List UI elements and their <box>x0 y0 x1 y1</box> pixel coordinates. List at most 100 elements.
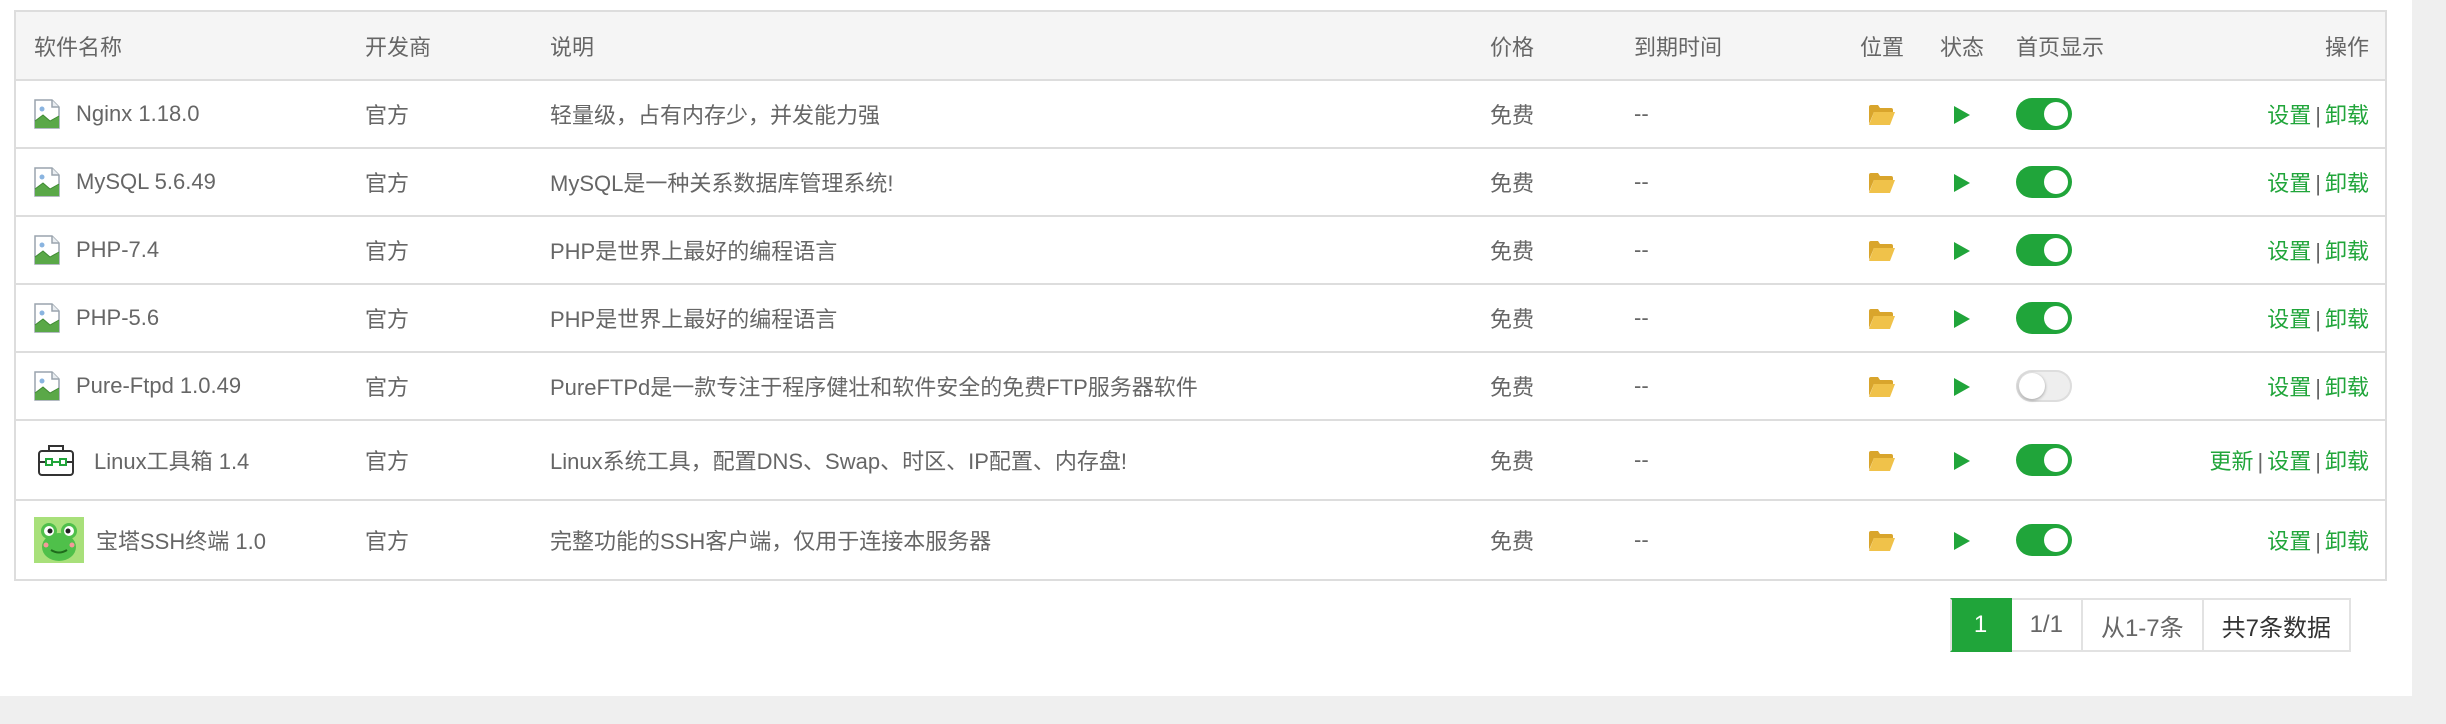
cell-position <box>1842 420 1922 501</box>
op-separator: | <box>2315 171 2321 196</box>
software-name: MySQL 5.6.49 <box>34 167 347 197</box>
op-link[interactable]: 卸载 <box>2325 171 2369 196</box>
folder-open-icon[interactable] <box>1868 447 1896 472</box>
cell-position <box>1842 284 1922 353</box>
header-price: 价格 <box>1472 11 1616 81</box>
play-icon[interactable] <box>1953 527 1971 552</box>
homepage-toggle[interactable] <box>2016 234 2072 266</box>
op-link[interactable]: 设置 <box>2267 449 2311 474</box>
play-icon[interactable] <box>1953 447 1971 472</box>
op-link[interactable]: 卸载 <box>2325 449 2369 474</box>
op-separator: | <box>2315 375 2321 400</box>
cell-status <box>1922 284 2002 353</box>
op-link[interactable]: 设置 <box>2267 529 2311 554</box>
op-link[interactable]: 设置 <box>2267 375 2311 400</box>
software-name-label: MySQL 5.6.49 <box>76 169 216 194</box>
op-link[interactable]: 卸载 <box>2325 529 2369 554</box>
cell-homepage <box>2002 80 2190 149</box>
cell-status <box>1922 80 2002 149</box>
op-link[interactable]: 设置 <box>2267 103 2311 128</box>
cell-expire: -- <box>1616 216 1842 285</box>
cell-status <box>1922 500 2002 580</box>
op-link[interactable]: 卸载 <box>2325 103 2369 128</box>
op-link[interactable]: 设置 <box>2267 307 2311 332</box>
op-link[interactable]: 卸载 <box>2325 239 2369 264</box>
cell-status <box>1922 420 2002 501</box>
frog-icon <box>34 517 84 563</box>
cell-price: 免费 <box>1472 420 1616 501</box>
op-link[interactable]: 卸载 <box>2325 307 2369 332</box>
page-total: 共7条数据 <box>2203 598 2351 652</box>
folder-open-icon[interactable] <box>1868 101 1896 126</box>
cell-operations: 设置 | 卸载 <box>2190 352 2386 421</box>
cell-expire: -- <box>1616 352 1842 421</box>
cell-price: 免费 <box>1472 80 1616 149</box>
cell-position <box>1842 148 1922 217</box>
homepage-toggle[interactable] <box>2016 524 2072 556</box>
cell-name: 宝塔SSH终端 1.0 <box>15 500 347 580</box>
op-link[interactable]: 设置 <box>2267 239 2311 264</box>
play-icon[interactable] <box>1953 305 1971 330</box>
cell-homepage <box>2002 284 2190 353</box>
op-link[interactable]: 设置 <box>2267 171 2311 196</box>
cell-homepage <box>2002 148 2190 217</box>
cell-price: 免费 <box>1472 352 1616 421</box>
cell-operations: 设置 | 卸载 <box>2190 148 2386 217</box>
play-icon[interactable] <box>1953 237 1971 262</box>
folder-open-icon[interactable] <box>1868 169 1896 194</box>
header-description: 说明 <box>532 11 1472 81</box>
homepage-toggle[interactable] <box>2016 370 2072 402</box>
software-name: PHP-7.4 <box>34 235 347 265</box>
broken-image-icon <box>34 371 60 401</box>
op-separator: | <box>2315 103 2321 128</box>
table-row: PHP-5.6 官方 PHP是世界上最好的编程语言 免费 -- 设置 | 卸载 <box>15 284 2386 353</box>
play-icon[interactable] <box>1953 373 1971 398</box>
cell-expire: -- <box>1616 148 1842 217</box>
table-body: Nginx 1.18.0 官方 轻量级，占有内存少，并发能力强 免费 -- 设置 | 卸载 My… <box>15 80 2386 580</box>
play-icon[interactable] <box>1953 169 1971 194</box>
folder-open-icon[interactable] <box>1868 527 1896 552</box>
software-panel: 软件名称 开发商 说明 价格 到期时间 位置 状态 首页显示 操作 Nginx … <box>0 0 2412 696</box>
folder-open-icon[interactable] <box>1868 305 1896 330</box>
folder-open-icon[interactable] <box>1868 237 1896 262</box>
software-name: Pure-Ftpd 1.0.49 <box>34 371 347 401</box>
homepage-toggle[interactable] <box>2016 166 2072 198</box>
op-link[interactable]: 更新 <box>2210 449 2254 474</box>
op-link[interactable]: 卸载 <box>2325 375 2369 400</box>
cell-position <box>1842 500 1922 580</box>
software-name-label: Linux工具箱 1.4 <box>94 449 250 474</box>
op-separator: | <box>2257 449 2264 474</box>
header-position: 位置 <box>1842 11 1922 81</box>
cell-name: PHP-5.6 <box>15 284 347 353</box>
software-name-label: 宝塔SSH终端 1.0 <box>96 529 266 554</box>
broken-image-icon <box>34 303 60 333</box>
cell-expire: -- <box>1616 284 1842 353</box>
header-name: 软件名称 <box>15 11 347 81</box>
software-name: Linux工具箱 1.4 <box>34 438 347 482</box>
page-info: 1/1 <box>2011 598 2083 652</box>
toggle-knob <box>2019 373 2045 399</box>
cell-price: 免费 <box>1472 216 1616 285</box>
software-name-label: PHP-5.6 <box>76 305 160 330</box>
pagination: 1 1/1 从1-7条 共7条数据 <box>1949 598 2351 652</box>
cell-name: Pure-Ftpd 1.0.49 <box>15 352 347 421</box>
cell-developer: 官方 <box>347 420 532 501</box>
cell-price: 免费 <box>1472 284 1616 353</box>
play-icon[interactable] <box>1953 101 1971 126</box>
page-current[interactable]: 1 <box>1949 598 2012 652</box>
toggle-knob <box>2044 306 2068 330</box>
cell-description: 轻量级，占有内存少，并发能力强 <box>532 80 1472 149</box>
cell-status <box>1922 352 2002 421</box>
header-expire: 到期时间 <box>1616 11 1842 81</box>
homepage-toggle[interactable] <box>2016 444 2072 476</box>
cell-developer: 官方 <box>347 80 532 149</box>
table-header-row: 软件名称 开发商 说明 价格 到期时间 位置 状态 首页显示 操作 <box>15 11 2386 81</box>
table-row: PHP-7.4 官方 PHP是世界上最好的编程语言 免费 -- 设置 | 卸载 <box>15 216 2386 285</box>
homepage-toggle[interactable] <box>2016 98 2072 130</box>
op-separator: | <box>2315 239 2321 264</box>
software-name-label: Pure-Ftpd 1.0.49 <box>76 373 242 398</box>
homepage-toggle[interactable] <box>2016 302 2072 334</box>
folder-open-icon[interactable] <box>1868 373 1896 398</box>
broken-image-icon <box>34 167 60 197</box>
cell-developer: 官方 <box>347 216 532 285</box>
